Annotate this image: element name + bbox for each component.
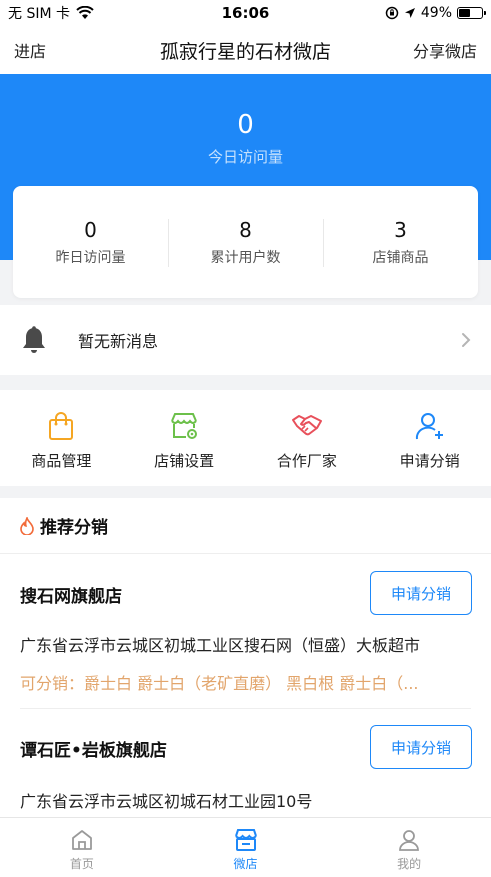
action-label: 合作厂家 [276, 452, 337, 470]
battery-icon [457, 7, 486, 19]
status-bar: 无 SIM 卡 16:06 49% [0, 0, 491, 26]
tab-home[interactable]: 首页 [0, 818, 164, 877]
shopping-bag-icon [49, 412, 74, 440]
home-icon [71, 830, 92, 850]
tab-label: 微店 [233, 857, 258, 871]
add-user-icon [415, 413, 443, 440]
action-store-settings[interactable]: 店铺设置 [123, 390, 246, 486]
recommend-section: 推荐分销 搜石网旗舰店 申请分销 广东省云浮市云城区初城工业区搜石网（恒盛）大板… [0, 498, 491, 818]
page-title: 孤寂行星的石材微店 [159, 40, 331, 63]
tab-bar: 首页 微店 我的 [0, 817, 491, 877]
wifi-icon [76, 6, 94, 19]
shop-distributable-products: 可分销：爵士白 爵士白（老矿直磨） 黑白根 爵士白（... [20, 674, 419, 693]
recommend-header: 推荐分销 [0, 498, 491, 554]
tab-label: 首页 [69, 857, 94, 871]
stat-value: 8 [239, 218, 252, 242]
shop-name: 搜石网旗舰店 [20, 587, 122, 607]
chevron-right-icon [462, 333, 471, 347]
tab-store[interactable]: 微店 [164, 818, 328, 877]
shop-address: 广东省云浮市云城区初城石材工业园10号 [20, 792, 313, 811]
status-time: 16:06 [221, 4, 270, 22]
action-label: 商品管理 [31, 452, 92, 470]
bell-icon [23, 326, 45, 353]
carrier-label: 无 SIM 卡 [8, 6, 70, 22]
action-label: 店铺设置 [154, 452, 215, 470]
share-store-button[interactable]: 分享微店 [387, 38, 477, 62]
divider [20, 708, 471, 709]
flame-icon [20, 516, 34, 535]
recommend-title: 推荐分销 [40, 518, 108, 538]
store-settings-icon [171, 413, 198, 439]
shop-name: 谭石匠•岩板旗舰店 [20, 741, 167, 761]
stat-store-products[interactable]: 3 店铺商品 [323, 217, 478, 267]
today-visits-label: 今日访问量 [207, 148, 283, 166]
shop-address: 广东省云浮市云城区初城工业区搜石网（恒盛）大板超市 [20, 636, 421, 655]
stats-card: 0 昨日访问量 8 累计用户数 3 店铺商品 [13, 186, 478, 298]
stat-label: 累计用户数 [210, 250, 281, 266]
stat-label: 昨日访问量 [55, 250, 126, 266]
notice-bar[interactable]: 暂无新消息 [0, 305, 491, 375]
action-partner-factories[interactable]: 合作厂家 [246, 390, 369, 486]
location-icon [404, 8, 415, 18]
stat-total-users[interactable]: 8 累计用户数 [168, 217, 323, 267]
stat-value: 3 [394, 218, 407, 242]
action-apply-distribution[interactable]: 申请分销 [368, 390, 491, 486]
quick-actions: 商品管理 店铺设置 合作厂家 申请分销 [0, 390, 491, 486]
apply-distribution-button[interactable]: 申请分销 [370, 725, 472, 769]
tab-profile[interactable]: 我的 [327, 818, 491, 877]
store-icon [234, 829, 257, 851]
notice-text: 暂无新消息 [78, 332, 159, 351]
apply-distribution-button[interactable]: 申请分销 [370, 571, 472, 615]
orientation-lock-icon [385, 6, 399, 20]
enter-store-button[interactable]: 进店 [14, 38, 104, 62]
handshake-icon [291, 415, 322, 436]
profile-icon [399, 830, 420, 851]
nav-bar: 进店 孤寂行星的石材微店 分享微店 [0, 26, 491, 74]
stat-yesterday-visits[interactable]: 0 昨日访问量 [13, 217, 168, 267]
tab-label: 我的 [397, 857, 422, 871]
stat-label: 店铺商品 [372, 250, 429, 266]
stat-value: 0 [84, 218, 97, 242]
action-product-management[interactable]: 商品管理 [0, 390, 123, 486]
battery-percent: 49% [420, 5, 452, 21]
today-visits-value: 0 [237, 110, 254, 140]
action-label: 申请分销 [399, 452, 460, 470]
